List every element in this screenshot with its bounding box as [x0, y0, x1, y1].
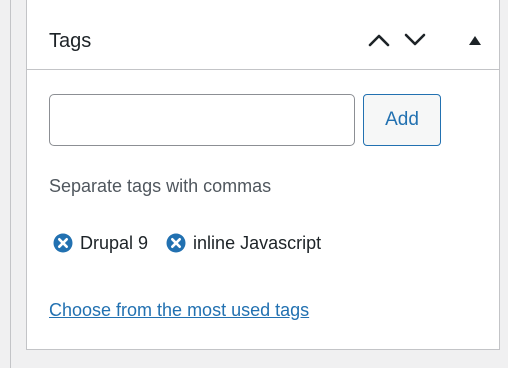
- toggle-panel-button[interactable]: [457, 22, 493, 58]
- left-divider: [10, 0, 11, 368]
- tag-item: inline Javascript: [166, 233, 321, 253]
- add-tag-button[interactable]: Add: [363, 94, 441, 146]
- panel-title: Tags: [49, 30, 92, 52]
- move-up-button[interactable]: [361, 22, 397, 58]
- tag-label: Drupal 9: [80, 233, 149, 253]
- remove-circle-x-icon[interactable]: [166, 233, 186, 253]
- tag-checklist: Drupal 9 inline Javascript: [53, 232, 339, 254]
- tag-label: inline Javascript: [193, 233, 322, 253]
- chevron-up-icon: [368, 33, 390, 47]
- separate-tags-help-text: Separate tags with commas: [49, 176, 272, 196]
- triangle-up-icon: [469, 35, 481, 45]
- chevron-down-icon: [404, 33, 426, 47]
- tags-panel: Tags Add Separate tags with commas Drupa…: [26, 0, 500, 350]
- tag-item: Drupal 9: [53, 233, 148, 253]
- remove-circle-x-icon[interactable]: [53, 233, 73, 253]
- editor-sidebar-area: Tags Add Separate tags with commas Drupa…: [0, 0, 508, 368]
- new-tag-input[interactable]: [49, 94, 355, 146]
- tags-panel-header: Tags: [27, 0, 499, 70]
- move-down-button[interactable]: [397, 22, 433, 58]
- choose-most-used-tags-link[interactable]: Choose from the most used tags: [49, 300, 309, 320]
